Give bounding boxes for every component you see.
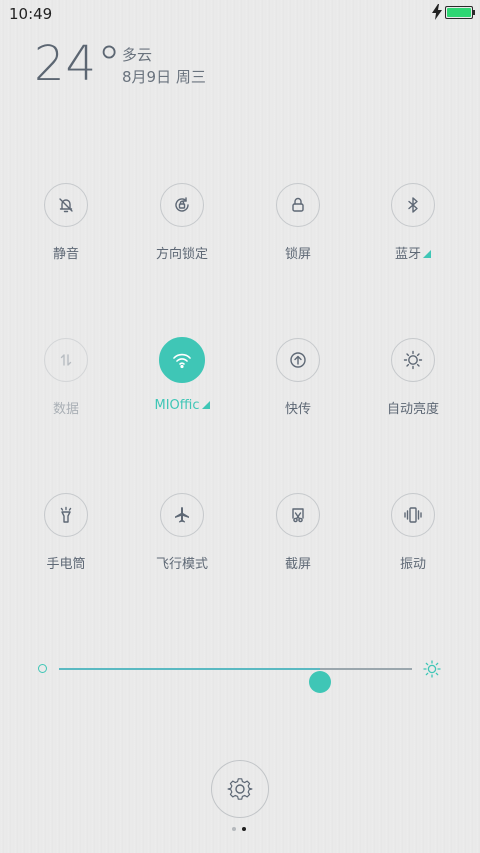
date-text: 8月9日 周三 [122,68,206,86]
toggle-airplane[interactable]: 飞行模式 [124,493,240,572]
brightness-thumb[interactable] [309,671,332,693]
page-indicator [232,827,250,833]
quick-share-icon [290,352,306,368]
toggle-screenshot-button[interactable] [276,493,320,537]
airplane-icon [175,507,189,523]
toggle-quick-share-label: 快传 [284,402,311,417]
flashlight-icon [60,506,72,523]
toggle-mobile-data-label: 数据 [52,402,79,417]
mobile-data-icon [60,354,72,366]
toggle-lock-screen[interactable]: 锁屏 [240,183,356,262]
rotation-lock-icon [175,197,189,212]
toggle-rotation-lock[interactable]: 方向锁定 [124,183,240,262]
toggle-mobile-data-button[interactable] [44,338,88,382]
toggle-bluetooth-button[interactable] [391,183,435,227]
brightness-track-fill [59,668,321,670]
lock-icon [292,197,304,212]
temperature: 24° [34,36,123,92]
bell-off-icon [59,198,73,213]
brightness-track[interactable] [59,668,412,693]
toggle-screenshot-label: 截屏 [284,557,311,572]
toggle-auto-brightness[interactable]: 自动亮度 [355,338,471,417]
toggle-vibrate-label: 振动 [399,557,426,572]
toggle-screenshot[interactable]: 截屏 [240,493,356,572]
toggle-quick-share-button[interactable] [276,338,320,382]
toggle-bluetooth[interactable]: 蓝牙 [355,183,471,262]
screenshot-icon [292,508,304,523]
bluetooth-icon [408,197,418,213]
toggle-flashlight-button[interactable] [44,493,88,537]
toggle-wifi-label: MIOffic [124,398,240,413]
gear-icon [227,778,253,800]
page-dot-1[interactable] [232,827,236,831]
toggle-auto-brightness-button[interactable] [391,338,435,382]
toggle-airplane-label: 飞行模式 [155,557,208,572]
more-options-triangle-icon[interactable] [423,250,431,258]
status-time: 10:49 [9,5,53,23]
toggle-lock-screen-label: 锁屏 [284,247,311,262]
wifi-icon [173,353,191,369]
toggle-silent-button[interactable] [44,183,88,227]
toggle-rotation-lock-label: 方向锁定 [155,247,208,262]
toggle-lock-screen-button[interactable] [276,183,320,227]
toggle-vibrate-button[interactable] [391,493,435,537]
page-dot-2[interactable] [242,827,246,831]
toggle-mobile-data[interactable]: 数据 [8,338,124,417]
brightness-max-icon [423,660,441,678]
brightness-min-icon [38,664,47,673]
charging-bolt-icon [432,4,442,20]
vibrate-icon [404,507,422,523]
toggle-airplane-button[interactable] [160,493,204,537]
toggle-wifi[interactable]: MIOffic [124,337,240,413]
toggle-auto-brightness-label: 自动亮度 [386,402,439,417]
brightness-slider[interactable] [38,655,448,693]
toggle-wifi-button[interactable] [159,337,205,383]
status-bar: 10:49 [0,0,480,28]
settings-button[interactable] [211,760,269,818]
auto-brightness-icon [403,350,423,370]
toggle-rotation-lock-button[interactable] [160,183,204,227]
toggle-silent-label: 静音 [52,247,79,262]
battery-icon [445,6,475,19]
toggle-flashlight-label: 手电筒 [46,557,86,572]
toggle-silent[interactable]: 静音 [8,183,124,262]
toggle-vibrate[interactable]: 振动 [355,493,471,572]
toggle-flashlight[interactable]: 手电筒 [8,493,124,572]
toggle-quick-share[interactable]: 快传 [240,338,356,417]
toggle-bluetooth-label: 蓝牙 [355,243,471,262]
weather-condition: 多云 [122,46,153,64]
more-options-triangle-icon[interactable] [201,401,210,409]
